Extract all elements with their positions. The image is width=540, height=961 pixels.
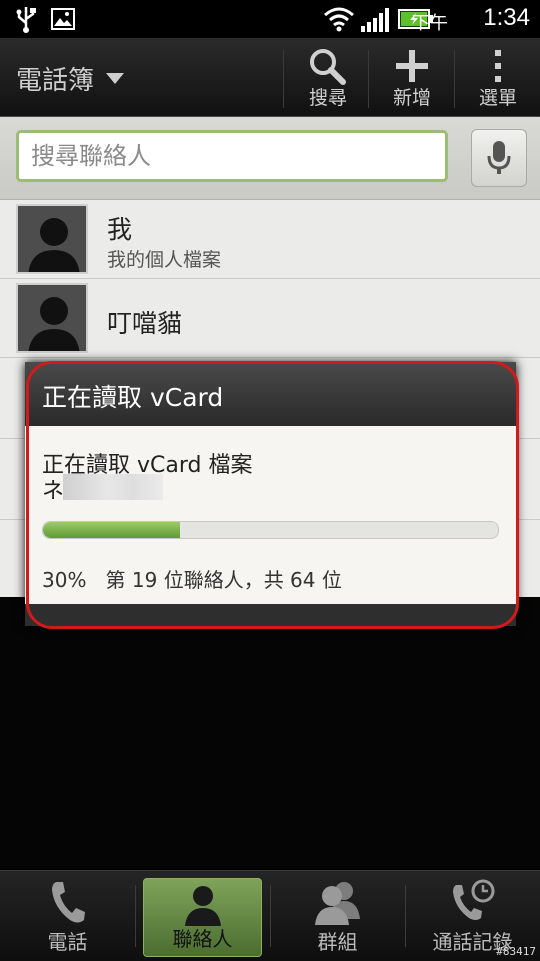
signal-icon xyxy=(361,8,389,32)
divider xyxy=(454,50,455,108)
plus-icon xyxy=(396,50,428,82)
am-pm-label: 下午 xyxy=(412,13,448,34)
avatar xyxy=(16,204,88,274)
search-bar xyxy=(0,117,540,200)
search-icon xyxy=(310,49,346,85)
highlight-annotation xyxy=(26,361,519,629)
tab-contacts[interactable]: 聯絡人 xyxy=(143,878,262,957)
search-input[interactable] xyxy=(29,133,433,179)
more-icon xyxy=(495,50,501,82)
contact-subtitle: 我的個人檔案 xyxy=(107,249,222,271)
add-button-label: 新增 xyxy=(392,87,431,109)
microphone-icon xyxy=(487,141,511,174)
add-contact-button[interactable]: 新增 xyxy=(374,38,450,116)
contact-name: 我 xyxy=(107,215,133,244)
search-button[interactable]: 搜尋 xyxy=(290,38,366,116)
contact-name: 叮噹貓 xyxy=(107,309,183,338)
divider xyxy=(405,885,406,947)
search-button-label: 搜尋 xyxy=(308,87,347,109)
call-history-icon xyxy=(452,879,494,920)
divider xyxy=(135,885,136,947)
status-bar: 下午 1:34 xyxy=(0,0,540,38)
list-item[interactable]: 叮噹貓 xyxy=(0,279,540,358)
phone-icon xyxy=(51,882,85,923)
action-bar: 電話簿 搜尋 新增 選單 xyxy=(0,38,540,117)
person-icon xyxy=(184,886,221,926)
menu-button[interactable]: 選單 xyxy=(460,38,536,116)
wifi-icon xyxy=(324,7,354,32)
watermark: #83417 xyxy=(496,945,536,958)
group-icon xyxy=(314,882,360,925)
list-item[interactable]: 我 我的個人檔案 xyxy=(0,200,540,279)
clock: 1:34 xyxy=(483,4,530,31)
image-notification-icon xyxy=(51,8,75,30)
person-silhouette-icon xyxy=(28,297,80,351)
divider xyxy=(270,885,271,947)
voice-search-button[interactable] xyxy=(471,129,527,187)
chevron-down-icon[interactable] xyxy=(106,73,124,84)
avatar xyxy=(16,283,88,353)
tab-phone[interactable]: 電話 xyxy=(0,871,135,961)
usb-icon xyxy=(16,7,36,33)
menu-button-label: 選單 xyxy=(478,87,517,109)
search-field[interactable] xyxy=(16,130,448,182)
tab-label: 電話 xyxy=(47,930,88,954)
tab-label: 聯絡人 xyxy=(172,927,233,951)
divider xyxy=(368,50,369,108)
empty-area xyxy=(0,597,540,870)
person-silhouette-icon xyxy=(28,218,80,272)
tab-groups[interactable]: 群組 xyxy=(270,871,405,961)
app-title[interactable]: 電話簿 xyxy=(16,60,94,97)
divider xyxy=(283,50,284,108)
tab-label: 群組 xyxy=(317,930,358,954)
bottom-tab-bar: 電話 聯絡人 群組 通話記錄 xyxy=(0,870,540,961)
